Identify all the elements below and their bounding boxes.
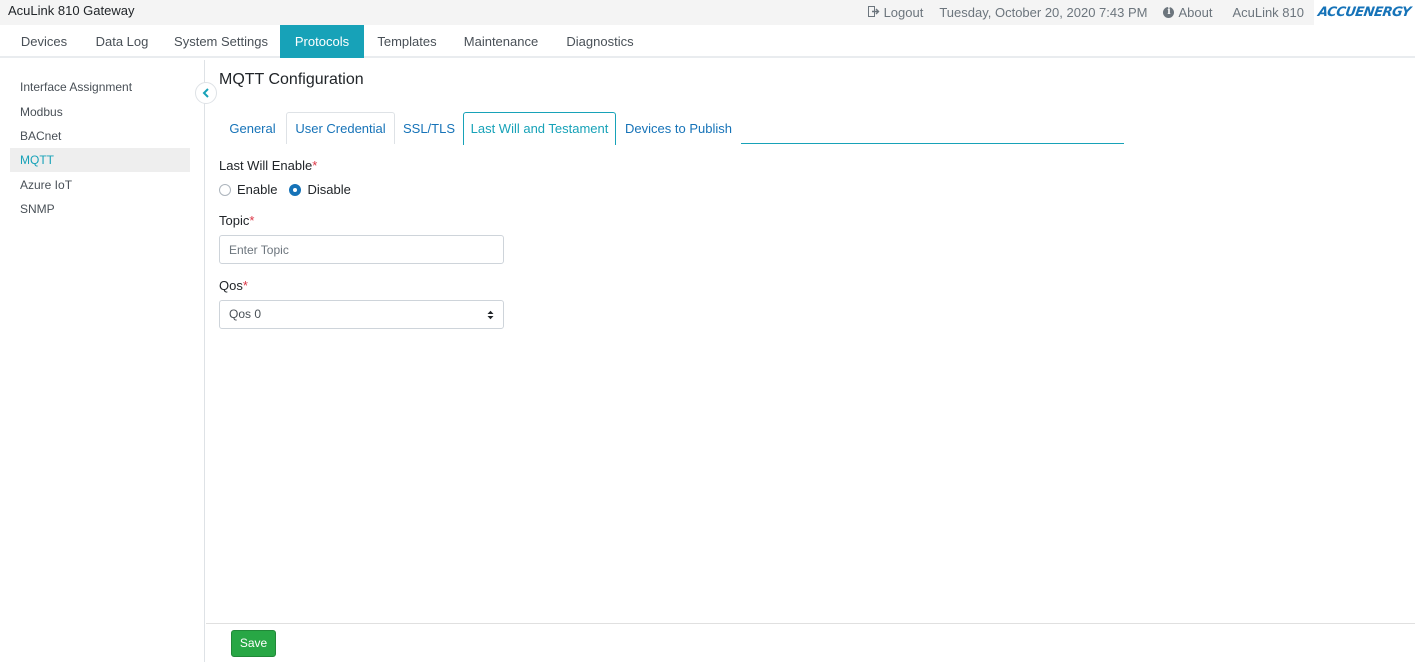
nav-maintenance[interactable]: Maintenance	[456, 25, 546, 58]
info-icon: i	[1163, 7, 1175, 18]
about-label: About	[1178, 5, 1213, 20]
topic-label-text: Topic	[219, 213, 250, 228]
select-caret-icon	[487, 301, 494, 328]
nav-system-settings[interactable]: System Settings	[166, 25, 276, 58]
app-title: AcuLink 810 Gateway	[8, 3, 135, 18]
save-button[interactable]: Save	[231, 630, 276, 657]
required-mark: *	[242, 278, 248, 293]
top-right-bar: Logout Tuesday, October 20, 2020 7:43 PM…	[867, 0, 1415, 25]
last-will-enable-radio-group: Enable Disable	[219, 182, 363, 197]
enable-radio-label[interactable]: Enable	[237, 182, 277, 197]
nav-templates[interactable]: Templates	[370, 25, 444, 58]
device-name: AcuLink 810	[1232, 5, 1304, 20]
brand-logo: ACCUENERGY	[1314, 0, 1415, 25]
nav-protocols[interactable]: Protocols	[280, 25, 364, 58]
qos-label-text: Qos	[219, 278, 243, 293]
logout-icon	[867, 5, 880, 20]
enable-radio[interactable]	[219, 183, 231, 196]
sidebar-item-azure-iot[interactable]: Azure IoT	[10, 173, 190, 197]
about-link[interactable]: i About	[1163, 5, 1212, 20]
disable-radio-label[interactable]: Disable	[307, 182, 350, 197]
tab-user-credential[interactable]: User Credential	[286, 112, 395, 144]
qos-select[interactable]: Qos 0	[219, 300, 504, 329]
page-title: MQTT Configuration	[219, 71, 364, 88]
required-mark: *	[312, 158, 318, 173]
last-will-enable-label: Last Will Enable*	[219, 158, 317, 173]
tab-ssl-tls[interactable]: SSL/TLS	[395, 112, 463, 144]
qos-label: Qos*	[219, 278, 248, 293]
tab-last-will-and-testament[interactable]: Last Will and Testament	[463, 112, 616, 145]
logout-label: Logout	[883, 5, 924, 20]
sidebar: Interface Assignment Modbus BACnet MQTT …	[0, 60, 205, 662]
disable-radio[interactable]	[289, 183, 302, 196]
sidebar-collapse-button[interactable]	[195, 82, 217, 104]
nav-devices[interactable]: Devices	[10, 25, 78, 58]
sidebar-item-bacnet[interactable]: BACnet	[10, 124, 190, 148]
tab-devices-to-publish[interactable]: Devices to Publish	[616, 112, 741, 144]
required-mark: *	[249, 213, 255, 228]
last-will-enable-label-text: Last Will Enable	[219, 158, 313, 173]
nav-diagnostics[interactable]: Diagnostics	[558, 25, 642, 58]
current-datetime: Tuesday, October 20, 2020 7:43 PM	[939, 5, 1148, 20]
config-tabs: General User Credential SSL/TLS Last Wil…	[219, 112, 1124, 145]
chevron-left-icon	[202, 86, 210, 100]
footer-divider	[206, 623, 1415, 624]
brand-logo-text: ACCUENERGY	[1317, 5, 1412, 20]
tab-general[interactable]: General	[219, 112, 286, 144]
topic-input[interactable]	[219, 235, 504, 264]
sidebar-item-interface-assignment[interactable]: Interface Assignment	[10, 75, 190, 99]
sidebar-item-mqtt[interactable]: MQTT	[10, 148, 190, 172]
top-bar: AcuLink 810 Gateway Logout Tuesday, Octo…	[0, 0, 1415, 25]
main-nav: Devices Data Log System Settings Protoco…	[0, 25, 1415, 58]
nav-data-log[interactable]: Data Log	[86, 25, 158, 58]
sidebar-item-modbus[interactable]: Modbus	[10, 100, 190, 124]
topic-label: Topic*	[219, 213, 254, 228]
qos-selected-value: Qos 0	[229, 307, 262, 321]
sidebar-item-snmp[interactable]: SNMP	[10, 197, 190, 221]
logout-link[interactable]: Logout	[867, 5, 924, 20]
